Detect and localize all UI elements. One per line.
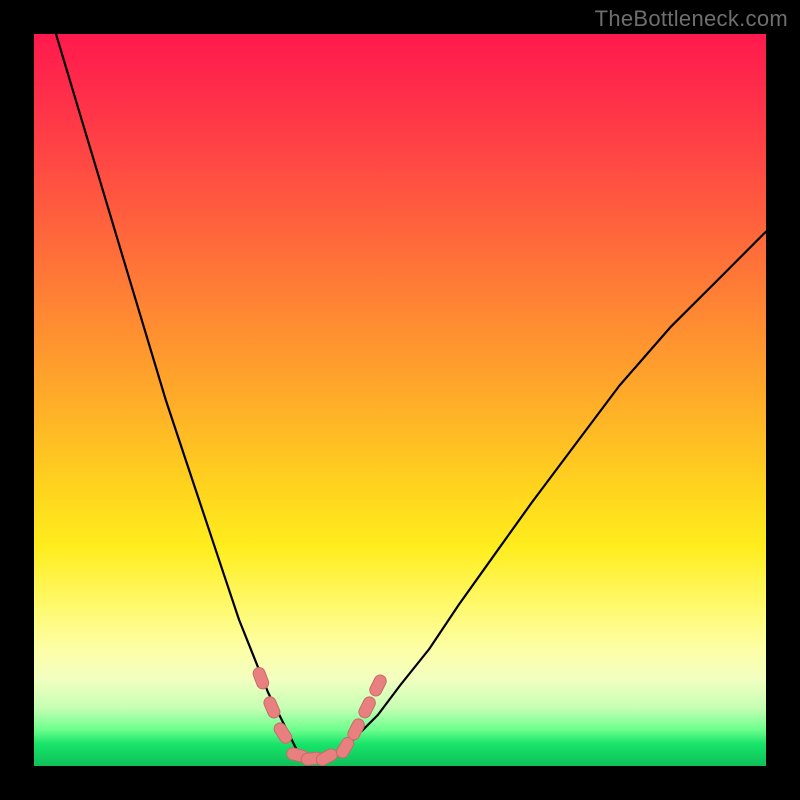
watermark-text: TheBottleneck.com: [595, 6, 788, 32]
valley-marker: [272, 721, 294, 746]
valley-markers: [251, 666, 388, 768]
chart-frame: TheBottleneck.com: [0, 0, 800, 800]
chart-svg: [34, 34, 766, 766]
valley-marker: [251, 666, 270, 691]
bottleneck-curve: [56, 34, 766, 759]
valley-marker: [262, 695, 282, 720]
valley-marker: [368, 673, 389, 698]
chart-plot-area: [34, 34, 766, 766]
valley-marker: [357, 695, 378, 720]
